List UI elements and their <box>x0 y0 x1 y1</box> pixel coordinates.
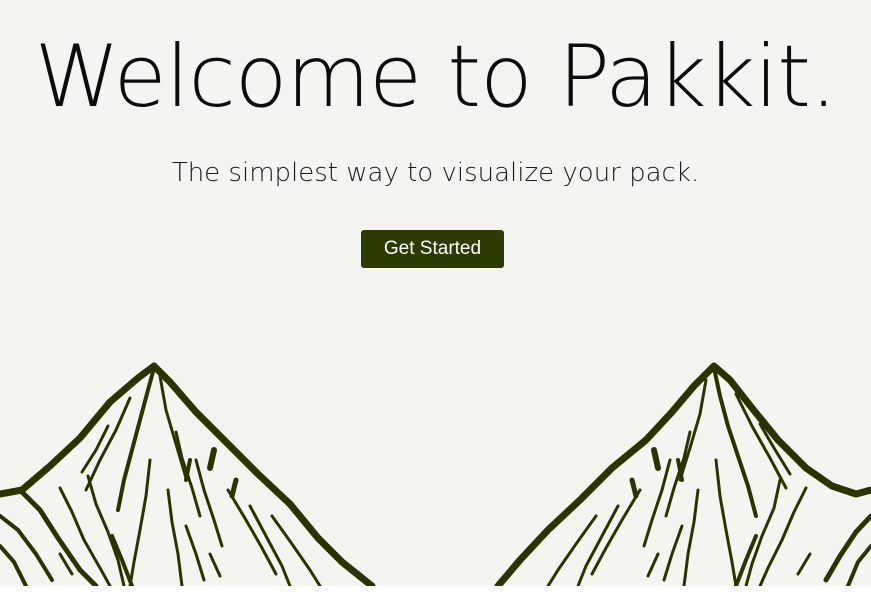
mountain-illustration <box>0 362 871 586</box>
page-subtitle: The simplest way to visualize your pack. <box>171 158 700 188</box>
get-started-button[interactable]: Get Started <box>361 230 504 268</box>
page-bottom-edge <box>0 586 871 603</box>
page-title: Welcome to Pakkit. <box>34 27 838 127</box>
landing-page: Welcome to Pakkit. The simplest way to v… <box>0 0 871 586</box>
left-mountain-icon <box>0 362 376 586</box>
right-mountain-icon <box>494 362 871 586</box>
